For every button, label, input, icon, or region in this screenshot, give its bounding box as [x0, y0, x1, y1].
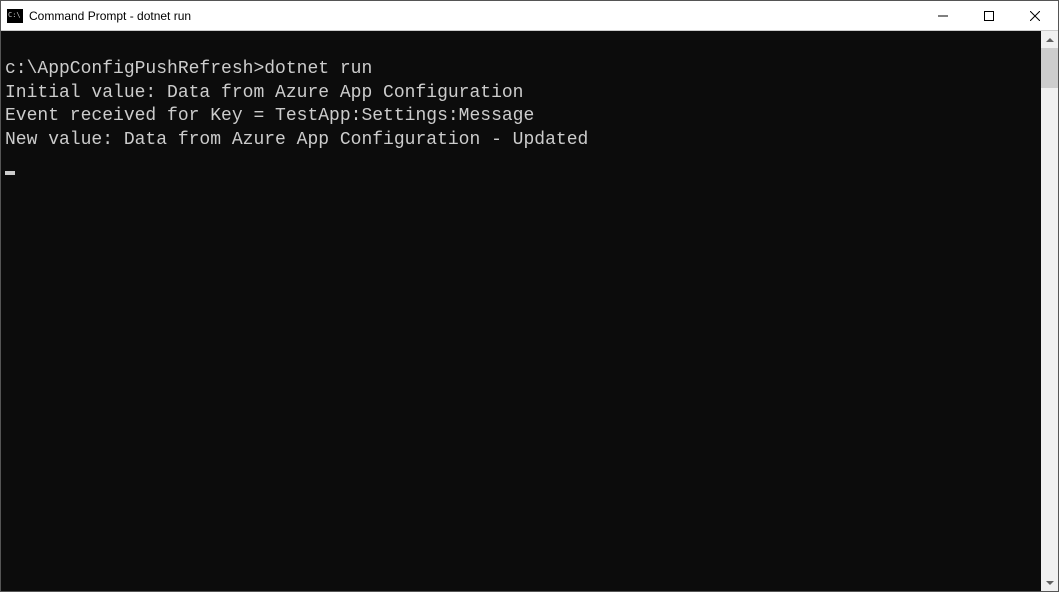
cmd-icon-label: C:\ [8, 12, 21, 19]
window-controls [920, 1, 1058, 30]
scroll-thumb[interactable] [1041, 48, 1058, 88]
terminal-output-line: Initial value: Data from Azure App Confi… [5, 82, 1037, 105]
terminal-blank [5, 35, 1037, 58]
minimize-button[interactable] [920, 1, 966, 30]
terminal-prompt: c:\AppConfigPushRefresh> [5, 59, 264, 79]
maximize-icon [984, 11, 994, 21]
scroll-up-button[interactable] [1041, 31, 1058, 48]
maximize-button[interactable] [966, 1, 1012, 30]
titlebar-left: C:\ Command Prompt - dotnet run [1, 9, 191, 23]
close-icon [1030, 11, 1040, 21]
terminal-prompt-line: c:\AppConfigPushRefresh>dotnet run [5, 58, 1037, 81]
chevron-down-icon [1046, 581, 1054, 585]
titlebar: C:\ Command Prompt - dotnet run [1, 1, 1058, 31]
cmd-icon: C:\ [7, 9, 23, 23]
terminal-command: dotnet run [264, 59, 372, 79]
chevron-up-icon [1046, 38, 1054, 42]
terminal-output-line: New value: Data from Azure App Configura… [5, 129, 1037, 152]
window-title: Command Prompt - dotnet run [29, 9, 191, 23]
terminal-cursor [5, 171, 15, 175]
terminal-output-line: Event received for Key = TestApp:Setting… [5, 105, 1037, 128]
terminal-area: c:\AppConfigPushRefresh>dotnet runInitia… [1, 31, 1058, 591]
scroll-track[interactable] [1041, 48, 1058, 574]
vertical-scrollbar[interactable] [1041, 31, 1058, 591]
minimize-icon [938, 11, 948, 21]
terminal[interactable]: c:\AppConfigPushRefresh>dotnet runInitia… [1, 31, 1041, 591]
scroll-down-button[interactable] [1041, 574, 1058, 591]
close-button[interactable] [1012, 1, 1058, 30]
